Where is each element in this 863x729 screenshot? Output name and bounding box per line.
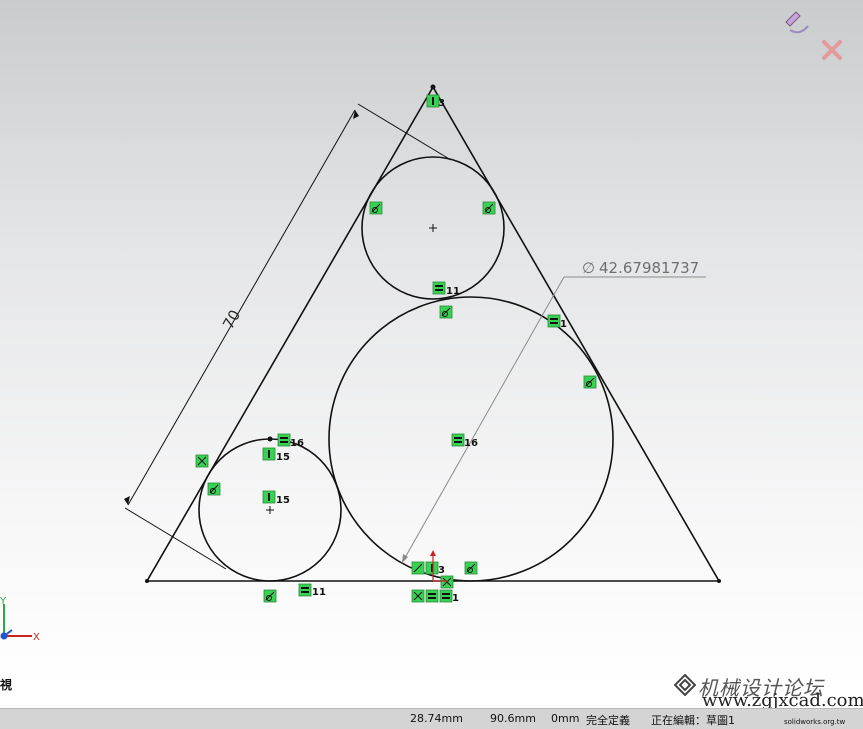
relation-equal-small-top[interactable]: 16 xyxy=(277,433,304,449)
svg-text:Y: Y xyxy=(0,596,7,607)
watermark: 机械设计论坛 www.zgjxcad.com xyxy=(674,670,863,711)
relation-vertical-top[interactable]: 3 xyxy=(426,94,445,109)
sketch-canvas[interactable]: 70 ∅ 42.67981737 3 11 1 16 16 15 15 3 11… xyxy=(0,0,863,690)
dimension-diameter-text[interactable]: 42.67981737 xyxy=(599,259,699,277)
relation-tangent-left-b[interactable] xyxy=(207,482,221,496)
relation-tangent-bottom-right[interactable] xyxy=(464,561,478,575)
svg-text:1: 1 xyxy=(452,593,459,604)
svg-text:16: 16 xyxy=(464,438,478,449)
reference-triad-icon: Y X xyxy=(0,596,40,643)
svg-text:1: 1 xyxy=(560,319,567,330)
relation-vertical-small-a[interactable]: 15 xyxy=(262,447,290,463)
svg-text:15: 15 xyxy=(276,452,290,463)
svg-text:11: 11 xyxy=(446,286,460,297)
relation-tangent-bottom-left[interactable] xyxy=(411,561,425,575)
exit-sketch-icon[interactable] xyxy=(782,8,809,34)
status-y-coord: 90.6mm xyxy=(490,712,536,725)
relation-tangent-circles[interactable] xyxy=(439,305,453,319)
svg-text:X: X xyxy=(33,632,40,643)
relation-tangent-left-a[interactable] xyxy=(195,454,209,468)
svg-text:16: 16 xyxy=(290,438,304,449)
relation-tangent-small-bottom[interactable] xyxy=(263,589,277,603)
relation-horizontal-bottom[interactable]: 11 xyxy=(298,583,326,598)
dimension-length-text[interactable]: 70 xyxy=(219,307,244,333)
sketch-circle-top[interactable] xyxy=(361,156,505,300)
relation-tangent-top-right[interactable] xyxy=(482,201,496,215)
status-bar: 28.74mm 90.6mm 0mm 完全定義 正在編輯：草圖1 solidwo… xyxy=(0,708,863,729)
cancel-sketch-icon[interactable] xyxy=(822,40,842,60)
status-sketch-state: 完全定義 xyxy=(586,714,630,727)
relation-vertical-bottom[interactable]: 3 xyxy=(425,561,445,576)
relation-tangent-top-left[interactable] xyxy=(369,201,383,215)
graphics-area[interactable]: 70 ∅ 42.67981737 3 11 1 16 16 15 15 3 11… xyxy=(0,0,863,690)
svg-text:15: 15 xyxy=(276,495,290,506)
relation-vertical-small-b[interactable]: 15 xyxy=(262,490,290,506)
relation-bottom-group[interactable]: 1 xyxy=(411,589,459,604)
svg-text:11: 11 xyxy=(312,587,326,598)
diameter-symbol: ∅ xyxy=(582,259,595,277)
watermark-small: solidworks.org.tw xyxy=(784,718,846,726)
status-z-coord: 0mm xyxy=(551,712,580,725)
relation-tangent-right[interactable] xyxy=(583,375,597,389)
forum-logo-icon xyxy=(674,674,696,696)
status-editing: 正在編輯：草圖1 xyxy=(651,714,735,727)
relation-horizontal-top-circle[interactable]: 11 xyxy=(432,281,460,297)
svg-text:3: 3 xyxy=(438,565,445,576)
relation-coincident-bottom[interactable] xyxy=(440,575,454,589)
status-x-coord: 28.74mm xyxy=(410,712,463,725)
svg-text:3: 3 xyxy=(438,98,445,109)
view-label: 視 xyxy=(0,678,13,692)
relation-equal-right[interactable]: 1 xyxy=(547,314,567,330)
dimension-diameter[interactable]: ∅ 42.67981737 xyxy=(401,259,706,564)
